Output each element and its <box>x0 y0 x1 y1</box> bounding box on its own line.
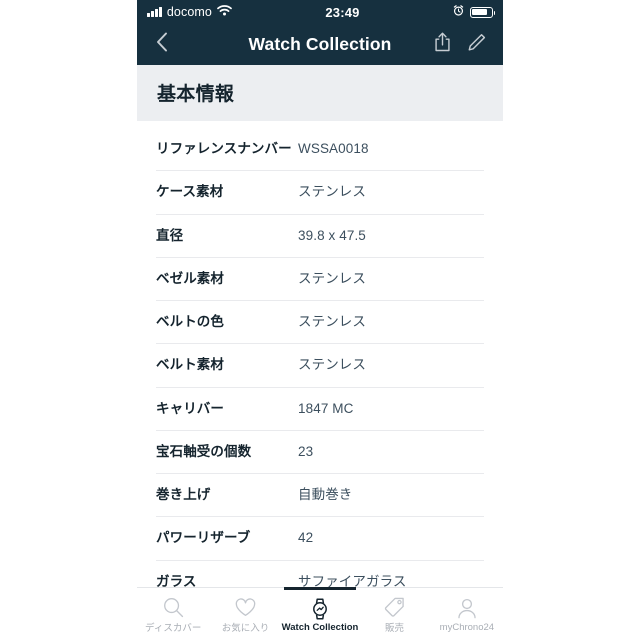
spec-row: ベゼル素材 ステンレス <box>156 258 484 301</box>
active-tab-indicator <box>284 587 357 590</box>
status-bar-clock: 23:49 <box>325 4 360 20</box>
spec-list: リファレンスナンバー WSSA0018 ケース素材 ステンレス 直径 39.8 x 47.… <box>137 121 503 640</box>
spec-value: ステンレス <box>298 270 366 286</box>
status-bar-right <box>453 5 496 19</box>
spec-value: WSSA0018 <box>298 141 369 156</box>
edit-button[interactable] <box>459 28 493 62</box>
nav-bar: Watch Collection <box>137 24 503 65</box>
heart-icon <box>235 597 256 617</box>
wifi-icon <box>217 5 232 19</box>
spec-value: 23 <box>298 443 314 459</box>
spec-label: パワーリザーブ <box>156 530 251 546</box>
spec-label: ベゼル素材 <box>156 270 224 286</box>
tab-label: お気に入り <box>221 623 270 634</box>
spec-value: ステンレス <box>298 357 366 373</box>
spec-label: 直径 <box>156 227 184 243</box>
spec-label: ベルト素材 <box>156 357 224 373</box>
phone-screen: docomo 23:49 Watch Collection 基本情報 リファレン… <box>137 0 503 640</box>
tab-label: myChrono24 <box>439 621 495 633</box>
spec-value: 自動巻き <box>298 487 353 502</box>
spec-row: 巻き上げ 自動巻き <box>156 474 484 518</box>
watch-icon <box>310 598 330 619</box>
spec-row: リファレンスナンバー WSSA0018 <box>156 121 484 172</box>
tab-search[interactable]: ディスカバー <box>137 588 209 640</box>
spec-row: ベルトの色 ステンレス <box>156 301 484 345</box>
search-icon <box>163 597 184 617</box>
section-title: 基本情報 <box>157 84 235 105</box>
tab-watch[interactable]: Watch Collection <box>281 587 359 640</box>
spec-row: パワーリザーブ 42 <box>156 517 484 561</box>
signal-bars-icon <box>147 7 162 17</box>
section-header: 基本情報 <box>137 65 503 121</box>
spec-value: ステンレス <box>298 314 366 329</box>
person-icon <box>457 598 477 619</box>
spec-row: キャリバー 1847 MC <box>156 388 484 431</box>
tab-heart[interactable]: お気に入り <box>209 588 281 640</box>
spec-value: 42 <box>298 530 314 546</box>
battery-icon <box>470 6 496 18</box>
carrier-label: docomo <box>166 5 212 19</box>
spec-value: ステンレス <box>298 184 366 200</box>
share-icon <box>434 32 451 57</box>
back-button[interactable] <box>145 28 179 62</box>
chevron-left-icon <box>156 32 168 57</box>
spec-label: 宝石軸受の個数 <box>156 443 252 459</box>
spec-label: キャリバー <box>156 400 224 416</box>
tab-label: 販売 <box>385 623 405 634</box>
spec-row: 宝石軸受の個数 23 <box>156 431 484 474</box>
pencil-icon <box>467 33 486 57</box>
spec-label: 巻き上げ <box>156 487 211 502</box>
spec-label: リファレンスナンバー <box>156 141 292 156</box>
share-button[interactable] <box>425 28 459 62</box>
price-tag-icon <box>384 597 405 617</box>
spec-row: 直径 39.8 x 47.5 <box>156 215 484 258</box>
spec-value: 39.8 x 47.5 <box>298 227 366 243</box>
status-bar-left: docomo <box>147 5 232 19</box>
alarm-clock-icon <box>453 5 464 19</box>
spec-label: ケース素材 <box>156 184 224 200</box>
tab-price-tag[interactable]: 販売 <box>358 588 430 640</box>
tab-label: Watch Collection <box>281 621 359 633</box>
spec-row: ベルト素材 ステンレス <box>156 344 484 388</box>
spec-value: 1847 MC <box>298 400 354 416</box>
tab-person[interactable]: myChrono24 <box>431 588 503 640</box>
spec-label: ベルトの色 <box>156 314 224 329</box>
spec-row: ケース素材 ステンレス <box>156 171 484 215</box>
status-bar: docomo 23:49 <box>137 0 503 24</box>
bottom-tab-bar: ディスカバー お気に入り Watch Collection 販売 myChrono24 <box>137 587 503 640</box>
tab-label: ディスカバー <box>144 623 202 634</box>
